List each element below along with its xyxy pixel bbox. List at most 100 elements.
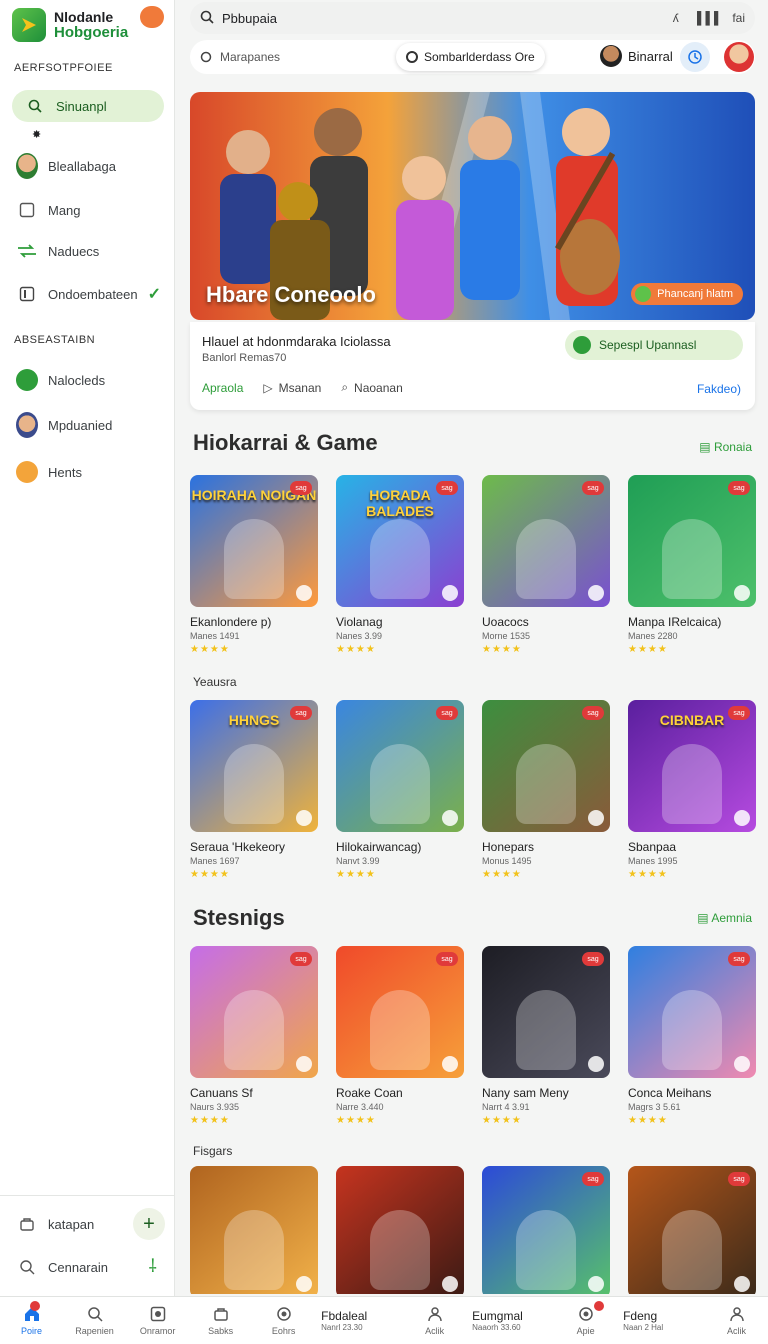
nav-camera[interactable]: Onramor (126, 1297, 189, 1344)
nav-featured-1[interactable]: Fbdaleal Nanrl 23.30 (315, 1297, 403, 1344)
sidebar-item-active[interactable]: Sinuanpl (12, 90, 164, 122)
subhead-1: Yeausra (193, 675, 237, 689)
user-profile[interactable]: Binarral (600, 45, 673, 67)
nav-label: Rapenien (75, 1326, 114, 1336)
game-card[interactable]: sag Manpa IRelcaica) Manes 2280 ★★★★ (628, 475, 756, 675)
game-title[interactable]: Hilokairwancag) (336, 840, 464, 854)
nav-profile[interactable]: Aclik (403, 1297, 466, 1344)
sidebar-item-3[interactable]: Naduecs (12, 235, 164, 267)
game-thumbnail[interactable]: sag (628, 475, 756, 607)
game-card[interactable]: CIBNBAR sag Sbanpaa Manes 1995 ★★★★ (628, 700, 756, 900)
game-title[interactable]: Honepars (482, 840, 610, 854)
character-figure (370, 1210, 430, 1290)
nav-account[interactable]: Aclik (705, 1297, 768, 1344)
person-icon (426, 1305, 444, 1323)
game-title[interactable]: Conca Meihans (628, 1086, 756, 1100)
nav-featured-3[interactable]: Fdeng Naan 2 Hal (617, 1297, 705, 1344)
game-card[interactable]: sag (482, 1166, 610, 1294)
right-link[interactable]: Fakdeo) (697, 382, 741, 396)
nav-target[interactable]: Eohrs (252, 1297, 315, 1344)
game-title[interactable]: Seraua 'Hkekeory (190, 840, 318, 854)
action-label: Msanan (278, 380, 322, 395)
sidebar-item-7[interactable]: Hents (12, 456, 164, 488)
search-input[interactable]: Pbbupaia (222, 11, 277, 26)
game-title[interactable]: Uoacocs (482, 615, 610, 629)
hero-action-button[interactable]: Sepespl Upannasl (565, 330, 743, 360)
game-thumbnail[interactable]: HHNGS sag (190, 700, 318, 832)
game-card[interactable] (336, 1166, 464, 1294)
game-card[interactable]: sag Uoacocs Morne 1535 ★★★★ (482, 475, 610, 675)
game-thumbnail[interactable]: sag (336, 700, 464, 832)
character-figure (224, 744, 284, 824)
game-card[interactable]: sag Conca Meihans Magrs 3 5.61 ★★★★ (628, 946, 756, 1146)
game-thumbnail[interactable]: sag (482, 475, 610, 607)
add-button[interactable]: + (133, 1208, 165, 1240)
chip-icon (406, 51, 418, 63)
game-title[interactable]: Sbanpaa (628, 840, 756, 854)
section-link-1[interactable]: ▤ Ronaia (699, 440, 752, 454)
sub-filter[interactable]: Marapanes (200, 50, 280, 64)
game-title[interactable]: Manpa IRelcaica) (628, 615, 756, 629)
game-thumbnail[interactable]: sag (190, 946, 318, 1078)
notification-badge-icon[interactable] (140, 6, 164, 28)
search-bar[interactable]: Pbbupaia ʎ ▐▐▐ fai (190, 2, 755, 34)
game-card[interactable]: HORADA BALADES sag Violanag Nanes 3.99 ★★★★ (336, 475, 464, 675)
sidebar-item-5[interactable]: Nalocleds (12, 364, 164, 396)
clock-button[interactable] (680, 42, 710, 72)
game-card[interactable]: HHNGS sag Seraua 'Hkekeory Manes 1697 ★★★★ (190, 700, 318, 900)
nav-label: Poire (21, 1326, 43, 1336)
action-link-2[interactable]: ▷ Msanan (263, 381, 321, 395)
game-thumbnail[interactable]: CIBNBAR sag (628, 700, 756, 832)
game-card[interactable]: HOIRAHA NOIGAN sag Ekanlondere p) Manes 149… (190, 475, 318, 675)
game-title[interactable]: Nany sam Meny (482, 1086, 610, 1100)
brand[interactable]: Nlodanle Hobgoeria (12, 8, 128, 42)
game-thumbnail[interactable]: sag (628, 946, 756, 1078)
game-card[interactable]: sag Canuans Sf Naurs 3.935 ★★★★ (190, 946, 318, 1146)
game-card[interactable]: sag Honepars Monus 1495 ★★★★ (482, 700, 610, 900)
hero-banner[interactable]: Hbare Coneoolo Phancanj hlatm (190, 92, 755, 320)
nav-apie[interactable]: Apie (554, 1297, 617, 1344)
section-link-2[interactable]: ▤ Aemnia (697, 911, 752, 925)
action-link-3[interactable]: ⌕ Naoanan (341, 380, 402, 395)
nav-label: Onramor (139, 1326, 176, 1336)
nav-search[interactable]: Rapenien (63, 1297, 126, 1344)
sidebar-item-1[interactable]: Bleallabaga (12, 150, 164, 182)
nav-featured-2[interactable]: Eumgmal Naaorh 33.60 (466, 1297, 554, 1344)
game-thumbnail[interactable]: sag (482, 700, 610, 832)
hero-pill-button[interactable]: Phancanj hlatm (631, 283, 743, 305)
rating-stars-icon: ★★★★ (482, 644, 522, 655)
search-icon (16, 1256, 38, 1278)
sidebar-item-2[interactable]: Mang (12, 194, 164, 226)
character-figure (516, 744, 576, 824)
nav-bag[interactable]: Sabks (189, 1297, 252, 1344)
rating-stars-icon: ★★★★ (190, 869, 230, 880)
sidebar-item-4[interactable]: Ondoembateen ✓ (12, 278, 164, 310)
person-icon[interactable]: ⸸ (149, 1254, 157, 1278)
game-thumbnail[interactable]: sag (628, 1166, 756, 1294)
nav-home[interactable]: Poire (0, 1297, 63, 1344)
bag-icon (16, 1213, 38, 1235)
game-thumbnail[interactable] (190, 1166, 318, 1294)
game-card[interactable]: sag Hilokairwancag) Nanvt 3.99 ★★★★ (336, 700, 464, 900)
game-card[interactable]: sag Roake Coan Narre 3.440 ★★★★ (336, 946, 464, 1146)
game-title[interactable]: Roake Coan (336, 1086, 464, 1100)
game-card[interactable]: sag Nany sam Meny Narrt 4 3.91 ★★★★ (482, 946, 610, 1146)
sidebar-footer-item-2[interactable]: Cennarain (12, 1251, 164, 1283)
action-link-1[interactable]: Apraola (202, 381, 243, 395)
sidebar-item-6[interactable]: Mpduanied (12, 409, 164, 441)
account-avatar[interactable] (724, 42, 754, 72)
game-thumbnail[interactable]: HOIRAHA NOIGAN sag (190, 475, 318, 607)
game-title[interactable]: Ekanlondere p) (190, 615, 318, 629)
game-thumbnail[interactable]: sag (482, 946, 610, 1078)
game-thumbnail[interactable]: sag (336, 946, 464, 1078)
mic-icon[interactable]: ʎ (673, 11, 679, 25)
game-card[interactable] (190, 1166, 318, 1294)
game-thumbnail[interactable] (336, 1166, 464, 1294)
game-card[interactable]: sag (628, 1166, 756, 1294)
filter-chip[interactable]: Sombarlderdass Ore (396, 43, 545, 71)
game-title[interactable]: Violanag (336, 615, 464, 629)
game-thumbnail[interactable]: HORADA BALADES sag (336, 475, 464, 607)
nav-featured-sub: Nanrl 23.30 (321, 1323, 363, 1332)
game-title[interactable]: Canuans Sf (190, 1086, 318, 1100)
game-thumbnail[interactable]: sag (482, 1166, 610, 1294)
